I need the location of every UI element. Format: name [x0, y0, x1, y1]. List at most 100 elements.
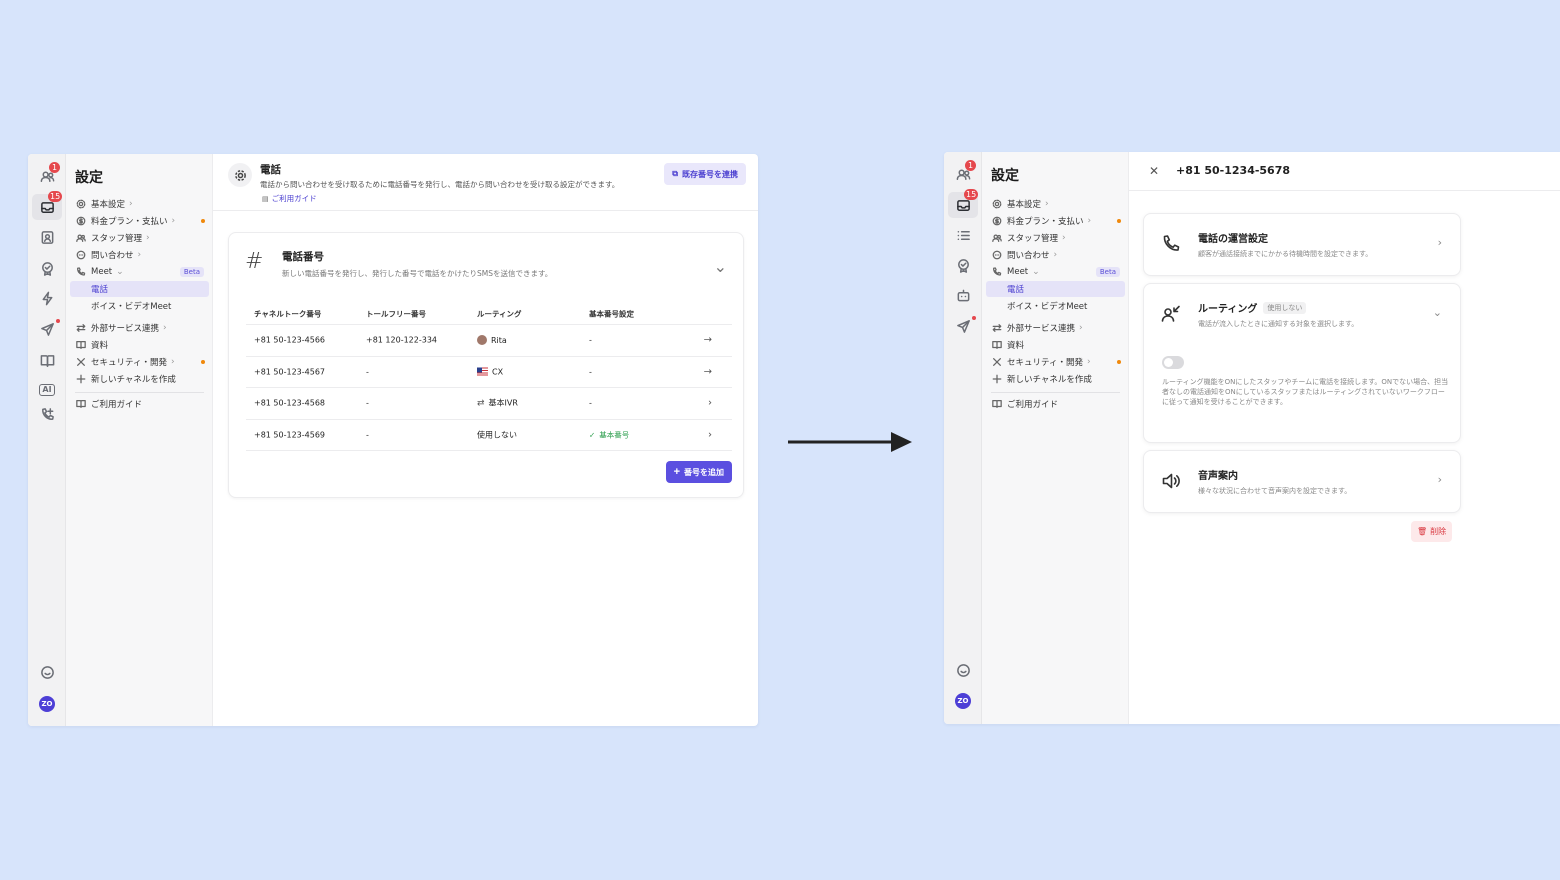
contacts-icon[interactable] — [37, 227, 57, 247]
voice-guide-description: 様々な状況に合わせて音声案内を設定できます。 — [1198, 487, 1352, 495]
book-icon: ▤ — [262, 194, 269, 203]
chevron-down-icon: ⌄ — [1032, 267, 1040, 277]
swap-icon — [75, 322, 87, 334]
sidebar-item-inquiries[interactable]: 問い合わせ › — [986, 247, 1125, 263]
sidebar-item-documents[interactable]: 資料 — [986, 337, 1125, 353]
sidebar-item-billing[interactable]: 料金プラン・支払い › — [986, 213, 1125, 229]
phone-numbers-card: # 電話番号 新しい電話番号を発行し、発行した番号で電話をかけたりSMSを送信で… — [228, 232, 744, 498]
sidebar-item-inquiries[interactable]: 問い合わせ › — [70, 247, 209, 263]
sidebar-item-voice-video-meet[interactable]: ボイス・ビデオMeet — [986, 298, 1125, 314]
chevron-right-icon: › — [1045, 199, 1049, 209]
plus-icon — [75, 373, 87, 385]
chevron-right-icon: › — [1087, 357, 1091, 367]
sidebar-item-voice-video-meet[interactable]: ボイス・ビデオMeet — [70, 298, 209, 314]
table-header: チャネルトーク番号 トールフリー番号 ルーティング 基本番号設定 — [246, 303, 732, 325]
voice-guide-card[interactable]: 音声案内 様々な状況に合わせて音声案内を設定できます。 › — [1143, 450, 1461, 513]
documents-icon[interactable] — [37, 350, 57, 370]
status-dot — [1117, 360, 1121, 364]
table-row[interactable]: +81 50-123-4568 - ⇄ 基本IVR - › — [246, 388, 732, 420]
phone-add-icon[interactable] — [37, 404, 57, 424]
sidebar-item-staff[interactable]: スタッフ管理 › — [70, 230, 209, 246]
arrow-right-icon[interactable]: → — [704, 335, 712, 346]
sidebar-item-phone[interactable]: 電話 — [70, 281, 209, 297]
chevron-right-icon[interactable]: › — [708, 429, 712, 440]
send-icon[interactable] — [953, 316, 976, 336]
phone-icon — [75, 266, 87, 278]
sidebar-item-basic-settings[interactable]: 基本設定 › — [70, 196, 209, 212]
arrow-right-icon[interactable]: → — [704, 366, 712, 377]
table-row[interactable]: +81 50-123-4567 - CX - → — [246, 357, 732, 388]
team-chat-icon[interactable]: 1 — [953, 160, 976, 184]
sidebar-item-integrations[interactable]: 外部サービス連携 › — [70, 320, 209, 336]
phone-numbers-table: チャネルトーク番号 トールフリー番号 ルーティング 基本番号設定 +81 50-… — [246, 303, 732, 451]
routing-card: ルーティング 使用しない 電話が流入したときに通知する対象を選択します。 ⌄ ルー… — [1143, 283, 1461, 443]
add-number-button[interactable]: + 番号を追加 — [665, 461, 732, 483]
panel-title: +81 50-1234-5678 — [1176, 164, 1291, 177]
card-title: 電話番号 — [282, 251, 324, 263]
delete-button[interactable]: 🗑 削除 — [1411, 521, 1453, 542]
settings-sidebar: 設定 基本設定 › 料金プラン・支払い › スタッフ管理 › 問い合わせ › Meet ⌄… — [982, 152, 1129, 724]
team-chat-icon[interactable]: 1 — [37, 162, 60, 186]
lightning-icon[interactable] — [37, 288, 57, 308]
sidebar-item-security-dev[interactable]: セキュリティ・開発 › — [986, 354, 1125, 370]
sidebar-title: 設定 — [991, 168, 1019, 184]
sidebar-item-phone[interactable]: 電話 — [986, 281, 1125, 297]
sidebar-item-staff[interactable]: スタッフ管理 › — [986, 230, 1125, 246]
sidebar-title: 設定 — [75, 170, 103, 186]
table-row[interactable]: +81 50-123-4566 +81 120-122-334 Rita - → — [246, 325, 732, 357]
chat-icon — [75, 249, 87, 261]
card-subtitle: 新しい電話番号を発行し、発行した番号で電話をかけたりSMSを送信できます。 — [282, 269, 553, 278]
routing-toggle[interactable] — [1162, 356, 1184, 369]
chevron-down-icon[interactable]: ⌄ — [1433, 306, 1442, 319]
sidebar-item-meet[interactable]: Meet ⌄ Beta — [70, 264, 209, 280]
guide-link[interactable]: ▤ ご利用ガイド — [262, 193, 317, 204]
table-row[interactable]: +81 50-123-4569 - 使用しない ✓ 基本番号 › — [246, 420, 732, 451]
team-badge: 1 — [965, 160, 976, 171]
beta-badge: Beta — [1095, 267, 1120, 277]
tools-icon — [75, 356, 87, 368]
bot-icon[interactable] — [953, 285, 973, 305]
support-chat-icon[interactable] — [37, 662, 57, 682]
list-icon[interactable] — [953, 225, 973, 245]
sidebar-item-security-dev[interactable]: セキュリティ・開発 › — [70, 354, 209, 370]
user-avatar[interactable]: ZO — [955, 693, 971, 709]
chevron-right-icon: › — [1087, 216, 1092, 226]
users-icon — [991, 232, 1003, 244]
sidebar-item-new-channel[interactable]: 新しいチャネルを作成 — [70, 371, 209, 387]
sidebar-item-billing[interactable]: 料金プラン・支払い › — [70, 213, 209, 229]
ai-icon[interactable]: AI — [37, 380, 57, 400]
operation-settings-card[interactable]: 電話の運営設定 顧客が通話接続までにかかる待機時間を設定できます。 › — [1143, 213, 1461, 276]
dollar-icon — [991, 215, 1003, 227]
sidebar-item-new-channel[interactable]: 新しいチャネルを作成 — [986, 371, 1125, 387]
send-icon[interactable] — [37, 319, 60, 339]
sidebar-item-meet[interactable]: Meet ⌄ Beta — [986, 264, 1125, 280]
chevron-right-icon[interactable]: › — [708, 398, 712, 409]
inbox-icon[interactable]: 15 — [948, 189, 979, 218]
sidebar-item-guide[interactable]: ご利用ガイド — [986, 396, 1125, 412]
icon-rail: 1 15 AI ZO — [28, 154, 66, 726]
sidebar-item-basic-settings[interactable]: 基本設定 › — [986, 196, 1125, 212]
inbox-icon[interactable]: 15 — [32, 191, 63, 220]
close-icon[interactable]: ✕ — [1149, 164, 1159, 178]
column-header: トールフリー番号 — [366, 309, 426, 318]
chevron-down-icon: ⌄ — [116, 267, 124, 277]
status-dot — [201, 219, 205, 223]
icon-rail: 1 15 ZO — [944, 152, 982, 724]
sidebar-item-guide[interactable]: ご利用ガイド — [70, 396, 209, 412]
sidebar-item-integrations[interactable]: 外部サービス連携 › — [986, 320, 1125, 336]
chevron-right-icon: › — [171, 216, 176, 226]
sidebar-item-documents[interactable]: 資料 — [70, 337, 209, 353]
chevron-right-icon: › — [129, 199, 133, 209]
status-dot — [1117, 219, 1121, 223]
user-avatar[interactable]: ZO — [39, 696, 55, 712]
us-flag-icon — [477, 367, 488, 376]
badge-check-icon[interactable] — [37, 258, 57, 278]
link-existing-number-button[interactable]: ⧉ 既存番号を連携 — [664, 163, 746, 185]
badge-check-icon[interactable] — [953, 255, 973, 275]
column-header: ルーティング — [477, 309, 522, 318]
phone-settings-main: 電話 電話から問い合わせを受け取るために電話番号を発行し、電話から問い合わせを受… — [213, 154, 758, 726]
routing-title: ルーティング — [1198, 304, 1258, 315]
speaker-icon — [1161, 471, 1181, 491]
chevron-down-icon[interactable]: ⌄ — [714, 257, 727, 276]
support-chat-icon[interactable] — [953, 660, 973, 680]
